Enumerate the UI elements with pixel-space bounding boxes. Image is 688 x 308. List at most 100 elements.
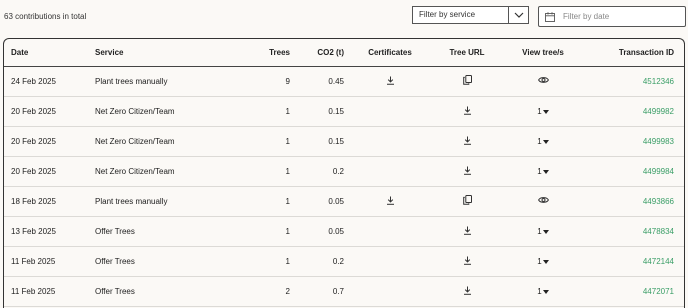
view-trees-dropdown[interactable]: 1: [537, 106, 549, 116]
caret-down-icon: [542, 107, 549, 116]
download-icon[interactable]: [386, 196, 395, 207]
cell-co2: 0.05: [290, 186, 344, 217]
view-trees-count: 1: [537, 136, 542, 146]
eye-icon[interactable]: [537, 196, 549, 206]
cell-transaction-id[interactable]: 4478834: [588, 216, 684, 247]
download-icon[interactable]: [386, 76, 395, 87]
cell-transaction-id[interactable]: 4499982: [588, 96, 684, 127]
download-icon[interactable]: [463, 256, 472, 267]
cell-certificate: [344, 156, 436, 187]
cell-certificate: [344, 126, 436, 157]
chevron-down-icon[interactable]: [508, 7, 528, 23]
cell-co2: 0.2: [290, 156, 344, 187]
caret-down-icon: [542, 257, 549, 266]
table-row: 11 Feb 2025 Offer Trees 2 0.7 1 4472071: [4, 276, 684, 307]
header-view-trees: View tree/s: [498, 39, 588, 67]
date-filter-placeholder: Filter by date: [563, 12, 610, 21]
cell-view-trees: 1: [498, 96, 588, 127]
caret-down-icon: [542, 287, 549, 296]
header-date: Date: [4, 39, 90, 67]
cell-co2: 0.15: [290, 96, 344, 127]
cell-view-trees: 1: [498, 276, 588, 307]
cell-tree-url: [436, 186, 498, 217]
cell-certificate: [344, 66, 436, 97]
cell-view-trees: [498, 66, 588, 97]
table-body: 24 Feb 2025 Plant trees manually 9 0.45 4512…: [4, 66, 684, 307]
cell-service: Net Zero Citizen/Team: [90, 126, 244, 157]
cell-certificate: [344, 96, 436, 127]
table-header-row: Date Service Trees CO2 (t) Certificates …: [4, 39, 684, 67]
cell-co2: 0.15: [290, 126, 344, 157]
cell-service: Plant trees manually: [90, 186, 244, 217]
caret-down-icon: [542, 137, 549, 146]
date-filter-input[interactable]: Filter by date: [538, 6, 686, 27]
cell-service: Plant trees manually: [90, 66, 244, 97]
cell-transaction-id[interactable]: 4493866: [588, 186, 684, 217]
contributions-table: Date Service Trees CO2 (t) Certificates …: [4, 39, 684, 307]
cell-transaction-id[interactable]: 4472071: [588, 276, 684, 307]
cell-view-trees: [498, 186, 588, 217]
table-row: 24 Feb 2025 Plant trees manually 9 0.45 4512…: [4, 66, 684, 97]
table-row: 11 Feb 2025 Offer Trees 1 0.2 1 4472144: [4, 246, 684, 277]
contributions-count: 63 contributions in total: [4, 12, 87, 21]
cell-co2: 0.2: [290, 246, 344, 277]
header-co2: CO2 (t): [290, 39, 344, 67]
cell-view-trees: 1: [498, 156, 588, 187]
service-filter-select[interactable]: Filter by service: [412, 6, 529, 24]
cell-certificate: [344, 186, 436, 217]
view-trees-dropdown[interactable]: 1: [537, 256, 549, 266]
download-icon[interactable]: [463, 226, 472, 237]
cell-date: 24 Feb 2025: [4, 66, 90, 97]
cell-view-trees: 1: [498, 216, 588, 247]
cell-transaction-id[interactable]: 4499984: [588, 156, 684, 187]
cell-tree-url: [436, 246, 498, 277]
view-trees-dropdown[interactable]: 1: [537, 136, 549, 146]
contributions-table-container: Date Service Trees CO2 (t) Certificates …: [3, 38, 685, 308]
cell-trees: 2: [244, 276, 290, 307]
eye-icon[interactable]: [537, 76, 549, 86]
cell-tree-url: [436, 276, 498, 307]
cell-certificate: [344, 246, 436, 277]
cell-trees: 9: [244, 66, 290, 97]
caret-down-icon: [542, 227, 549, 236]
download-icon[interactable]: [463, 136, 472, 147]
cell-date: 20 Feb 2025: [4, 126, 90, 157]
cell-co2: 0.45: [290, 66, 344, 97]
cell-transaction-id[interactable]: 4499983: [588, 126, 684, 157]
download-icon[interactable]: [463, 166, 472, 177]
copy-icon[interactable]: [462, 75, 472, 87]
cell-date: 11 Feb 2025: [4, 246, 90, 277]
view-trees-count: 1: [537, 226, 542, 236]
cell-date: 13 Feb 2025: [4, 216, 90, 247]
cell-trees: 1: [244, 186, 290, 217]
cell-service: Offer Trees: [90, 276, 244, 307]
table-row: 20 Feb 2025 Net Zero Citizen/Team 1 0.15 1 44…: [4, 96, 684, 127]
cell-date: 20 Feb 2025: [4, 96, 90, 127]
view-trees-count: 1: [537, 286, 542, 296]
cell-co2: 0.05: [290, 216, 344, 247]
cell-tree-url: [436, 126, 498, 157]
cell-transaction-id[interactable]: 4512346: [588, 66, 684, 97]
cell-service: Net Zero Citizen/Team: [90, 96, 244, 127]
download-icon[interactable]: [463, 286, 472, 297]
download-icon[interactable]: [463, 106, 472, 117]
cell-view-trees: 1: [498, 246, 588, 277]
view-trees-dropdown[interactable]: 1: [537, 167, 549, 176]
cell-tree-url: [436, 96, 498, 127]
toolbar: 63 contributions in total Filter by serv…: [0, 0, 688, 34]
cell-certificate: [344, 276, 436, 307]
table-row: 13 Feb 2025 Offer Trees 1 0.05 1 4478834: [4, 216, 684, 247]
view-trees-count: 1: [537, 106, 542, 116]
table-row: 20 Feb 2025 Net Zero Citizen/Team 1 0.15 1 44…: [4, 126, 684, 157]
cell-service: Net Zero Citizen/Team: [90, 156, 244, 187]
table-row: 20 Feb 2025 Net Zero Citizen/Team 1 0.2 1 449…: [4, 156, 684, 187]
view-trees-count: 1: [537, 256, 542, 266]
cell-certificate: [344, 216, 436, 247]
cell-trees: 1: [244, 216, 290, 247]
copy-icon[interactable]: [462, 195, 472, 207]
view-trees-dropdown[interactable]: 1: [537, 226, 549, 236]
view-trees-dropdown[interactable]: 1: [537, 286, 549, 296]
table-row: 18 Feb 2025 Plant trees manually 1 0.05 4493…: [4, 186, 684, 217]
cell-transaction-id[interactable]: 4472144: [588, 246, 684, 277]
cell-co2: 0.7: [290, 276, 344, 307]
